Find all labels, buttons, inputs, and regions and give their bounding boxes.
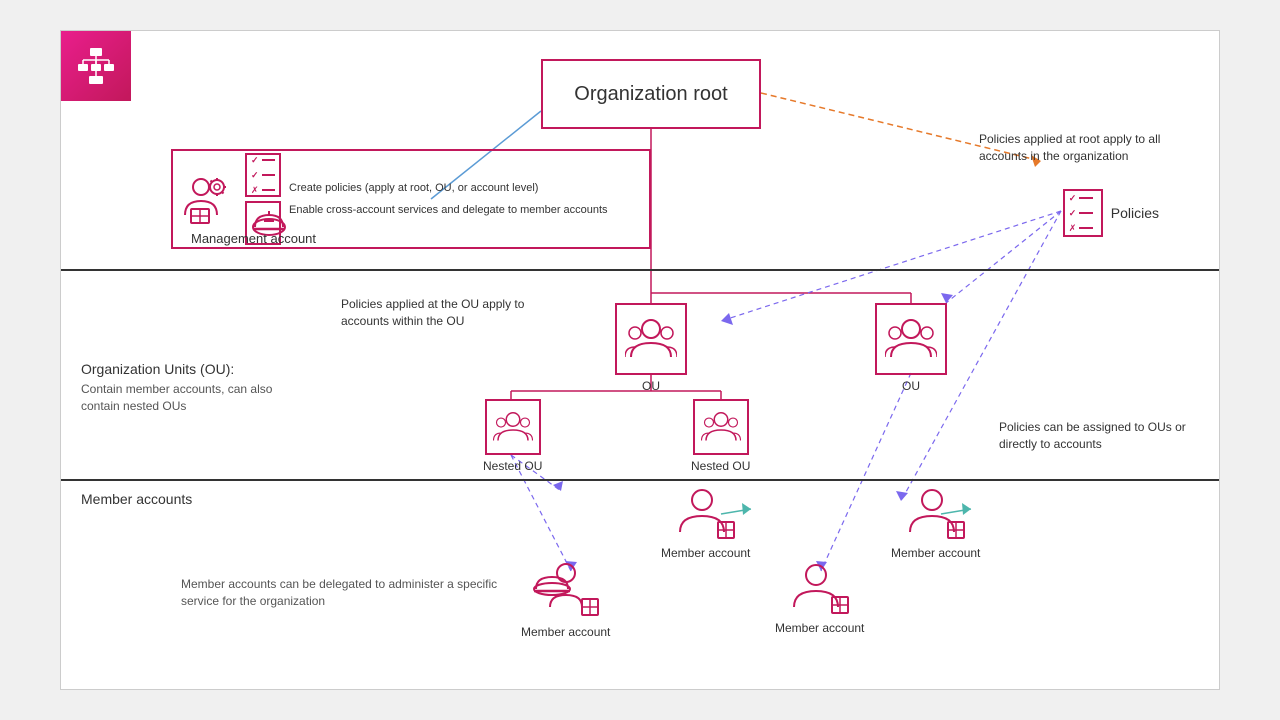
org-root-title: Organization root (574, 83, 727, 106)
member-section-sublabel: Member accounts can be delegated to admi… (181, 576, 521, 610)
mgmt-label: Management account (191, 231, 316, 246)
policies-box: ✓ ✓ ✗ Policies (1063, 189, 1159, 237)
ou2-box (875, 303, 947, 375)
mgmt-text-1: Create policies (apply at root, OU, or a… (289, 181, 641, 195)
member-account2: Member account (891, 486, 980, 560)
nested-ou2-icon: Nested OU (691, 399, 750, 473)
ou1-box (615, 303, 687, 375)
nested-ou2-box (693, 399, 749, 455)
checklist-icon-1: ✓ ✓ ✗ (245, 153, 281, 197)
nested-ou1-label: Nested OU (483, 459, 542, 473)
ou1-label: OU (642, 379, 660, 393)
nested-ou1-box (485, 399, 541, 455)
mgmt-text-2: Enable cross-account services and delega… (289, 203, 641, 217)
member-account2-label: Member account (891, 546, 980, 560)
ou-annotation: Policies applied at the OU apply to acco… (341, 296, 561, 330)
member-account1-label: Member account (661, 546, 750, 560)
nested-ou2-label: Nested OU (691, 459, 750, 473)
policies-checklist-icon: ✓ ✓ ✗ (1063, 189, 1103, 237)
member-account3: Member account (521, 561, 610, 639)
member-account3-label: Member account (521, 625, 610, 639)
ou1-icon: OU (615, 303, 687, 393)
ou2-label: OU (902, 379, 920, 393)
member-account4-label: Member account (775, 621, 864, 635)
policy-annotation: Policies can be assigned to OUs or direc… (999, 419, 1199, 453)
policies-label: Policies (1111, 205, 1159, 221)
mgmt-text-block: Create policies (apply at root, OU, or a… (289, 181, 641, 218)
nested-ou1-icon: Nested OU (483, 399, 542, 473)
mgmt-person-icon (181, 171, 237, 227)
member-section-label: Member accounts (81, 491, 192, 507)
member-account1: Member account (661, 486, 750, 560)
ou-section-sublabel: Contain member accounts, can also contai… (81, 381, 281, 415)
root-annotation: Policies applied at root apply to all ac… (979, 131, 1179, 165)
member-account4: Member account (775, 561, 864, 635)
ou-section-label: Organization Units (OU): (81, 361, 234, 377)
org-root-box: Organization root (541, 59, 761, 129)
diagram-container: Organization root (60, 30, 1220, 690)
ou2-icon: OU (875, 303, 947, 393)
